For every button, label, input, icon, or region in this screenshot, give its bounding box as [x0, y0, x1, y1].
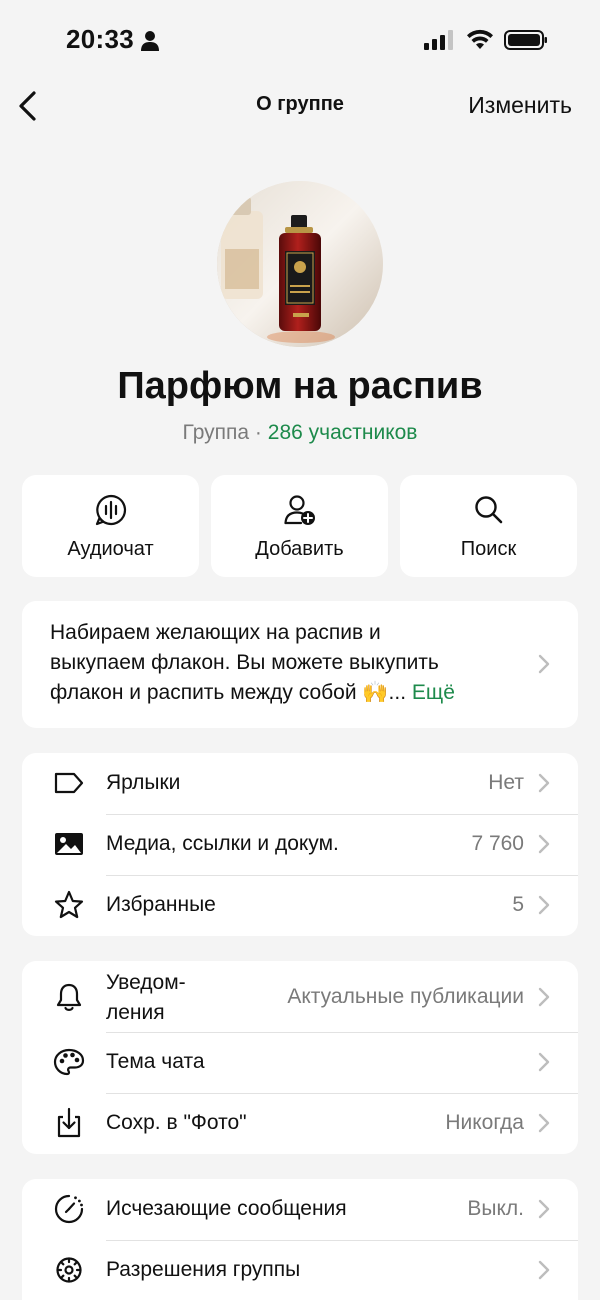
chevron-right-icon — [538, 987, 550, 1007]
row-save-to-photos[interactable]: Сохр. в "Фото" Никогда — [22, 1093, 578, 1154]
description-line: выкупаем флакон. Вы можете выкупить — [50, 651, 439, 674]
status-time: 20:33 — [66, 24, 134, 54]
members-count-link[interactable]: 286 участников — [268, 421, 418, 444]
row-group-permissions[interactable]: Разрешения группы — [22, 1240, 578, 1300]
wifi-icon — [467, 29, 493, 49]
chevron-right-icon — [538, 1199, 550, 1219]
battery-icon — [504, 30, 547, 50]
audio-chat-button[interactable]: Аудиочат — [22, 475, 199, 577]
row-value: 5 — [512, 893, 524, 916]
more-link[interactable]: Ещё — [412, 681, 455, 704]
image-icon — [55, 833, 83, 855]
chevron-right-icon — [538, 773, 550, 793]
add-person-icon — [284, 495, 315, 525]
chevron-right-icon — [538, 1052, 550, 1072]
row-label: Избранные — [106, 893, 216, 916]
description-line: флакон и распить между собой 🙌... Ещё — [50, 678, 510, 708]
audio-chat-label: Аудиочат — [67, 538, 154, 560]
row-value: Никогда — [445, 1111, 524, 1134]
meta-separator: · — [254, 421, 262, 444]
row-label-line: ления — [106, 1001, 165, 1024]
cellular-signal-icon — [424, 30, 453, 50]
description-line-text: флакон и распить между собой 🙌... — [50, 681, 407, 704]
star-icon — [54, 890, 84, 919]
row-label: Разрешения группы — [106, 1258, 301, 1281]
row-label: Ярлыки — [106, 771, 181, 794]
add-member-button[interactable]: Добавить — [211, 475, 388, 577]
row-label: Тема чата — [106, 1050, 205, 1073]
search-button[interactable]: Поиск — [400, 475, 577, 577]
perfume-bottle-image — [217, 181, 383, 347]
status-bar: 20:33 — [0, 0, 600, 80]
row-label: Исчезающие сообщения — [106, 1197, 347, 1220]
row-chat-theme[interactable]: Тема чата — [22, 1032, 578, 1093]
save-download-icon — [57, 1107, 81, 1138]
section-media: Ярлыки Нет Медиа, ссылки и докум. 7 760 … — [22, 753, 578, 936]
group-meta: Группа · 286 участников — [0, 421, 600, 445]
row-labels[interactable]: Ярлыки Нет — [22, 753, 578, 814]
row-value: Нет — [488, 771, 524, 794]
gear-icon — [56, 1257, 82, 1283]
row-value: 7 760 — [471, 832, 524, 855]
group-name: Парфюм на распив — [117, 365, 483, 407]
group-type: Группа — [182, 421, 250, 444]
row-notifications[interactable]: Уведом- ления Актуальные публикации — [22, 961, 578, 1032]
chevron-right-icon — [538, 1260, 550, 1280]
row-label: Сохр. в "Фото" — [106, 1111, 247, 1134]
row-value: Актуальные публикации — [287, 985, 524, 1008]
description-text: Набираем желающих на распив и выкупаем ф… — [50, 618, 510, 708]
chevron-right-icon — [538, 1113, 550, 1133]
search-icon — [475, 496, 503, 524]
audio-chat-icon — [95, 494, 127, 526]
description-line: Набираем желающих на распив и — [50, 621, 381, 644]
row-favorites[interactable]: Избранные 5 — [22, 875, 578, 936]
row-disappearing-messages[interactable]: Исчезающие сообщения Выкл. — [22, 1179, 578, 1240]
palette-icon — [53, 1048, 85, 1076]
group-description[interactable]: Набираем желающих на распив и выкупаем ф… — [22, 601, 578, 728]
disappearing-timer-icon — [54, 1194, 84, 1224]
nav-bar: О группе Изменить — [0, 78, 600, 134]
tag-icon — [54, 772, 84, 794]
person-icon — [141, 31, 159, 51]
row-media[interactable]: Медиа, ссылки и докум. 7 760 — [22, 814, 578, 875]
chevron-right-icon — [538, 834, 550, 854]
row-label: Уведом- ления — [106, 968, 186, 1028]
row-label-line: Уведом- — [106, 971, 186, 994]
add-member-label: Добавить — [255, 538, 344, 560]
row-value: Выкл. — [467, 1197, 524, 1220]
group-avatar[interactable] — [217, 181, 383, 347]
section-privacy: Исчезающие сообщения Выкл. Разрешения гр… — [22, 1179, 578, 1300]
bell-icon — [56, 983, 82, 1011]
edit-button[interactable]: Изменить — [468, 92, 572, 119]
section-settings: Уведом- ления Актуальные публикации Тема… — [22, 961, 578, 1154]
search-label: Поиск — [460, 538, 517, 560]
row-label: Медиа, ссылки и докум. — [106, 832, 339, 855]
chevron-right-icon — [538, 895, 550, 915]
chevron-right-icon — [538, 654, 550, 674]
